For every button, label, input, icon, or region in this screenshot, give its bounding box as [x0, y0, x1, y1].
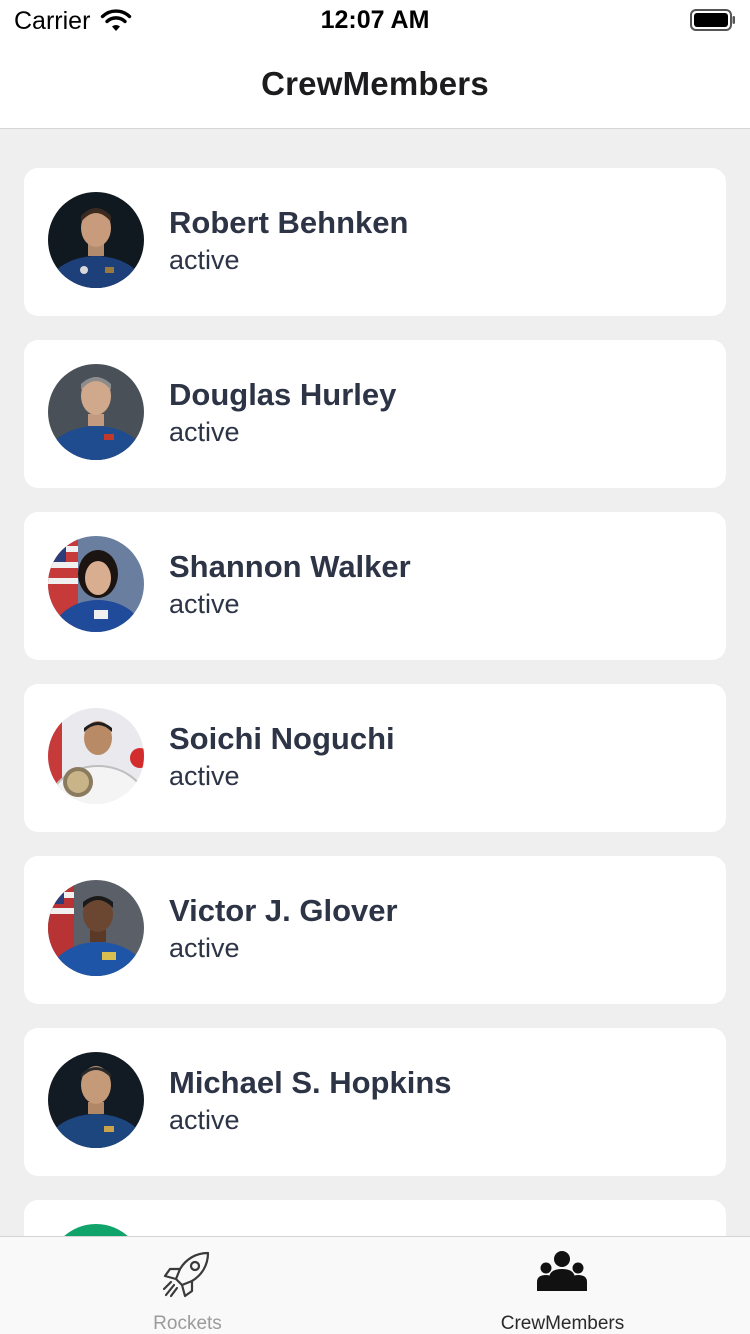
- crew-name: Shannon Walker: [169, 549, 411, 584]
- battery-icon: [690, 9, 735, 31]
- crew-card-douglas-hurley[interactable]: Douglas Hurley active: [24, 340, 726, 488]
- avatar: [48, 1052, 144, 1148]
- tab-label: Rockets: [153, 1313, 222, 1334]
- crew-status: active: [169, 1105, 240, 1135]
- avatar: [48, 192, 144, 288]
- navigation-bar: CrewMembers: [0, 42, 750, 129]
- crew-card-partial[interactable]: [24, 1200, 726, 1236]
- page-title: CrewMembers: [261, 65, 489, 102]
- screen: Carrier 12:07 AM CrewMembers Robert Behn…: [0, 0, 750, 1334]
- crew-status: active: [169, 245, 240, 275]
- crew-status: active: [169, 933, 240, 963]
- clock: 12:07 AM: [320, 6, 430, 34]
- crew-name: Douglas Hurley: [169, 377, 397, 412]
- tab-crew-members[interactable]: CrewMembers: [375, 1237, 750, 1334]
- crew-list[interactable]: Robert Behnken active Douglas Hurley act…: [0, 129, 750, 1236]
- crew-status: active: [169, 761, 240, 791]
- avatar: [48, 1224, 144, 1236]
- crew-card-shannon-walker[interactable]: Shannon Walker active: [24, 512, 726, 660]
- avatar: [48, 708, 144, 804]
- crew-name: Michael S. Hopkins: [169, 1065, 452, 1100]
- tab-rockets[interactable]: Rockets: [0, 1237, 375, 1334]
- tab-label: CrewMembers: [500, 1313, 625, 1334]
- rocket-icon: [162, 1251, 210, 1298]
- avatar: [48, 536, 144, 632]
- crew-status: active: [169, 589, 240, 619]
- tab-bar: Rockets CrewMembers: [0, 1236, 750, 1334]
- users-icon: [537, 1251, 587, 1291]
- avatar: [48, 880, 144, 976]
- crew-name: Soichi Noguchi: [169, 721, 395, 756]
- crew-status: active: [169, 417, 240, 447]
- crew-card-victor-glover[interactable]: Victor J. Glover active: [24, 856, 726, 1004]
- crew-card-michael-hopkins[interactable]: Michael S. Hopkins active: [24, 1028, 726, 1176]
- avatar: [48, 364, 144, 460]
- crew-name: Victor J. Glover: [169, 893, 398, 928]
- crew-name: Robert Behnken: [169, 205, 409, 240]
- crew-card-robert-behnken[interactable]: Robert Behnken active: [24, 168, 726, 316]
- crew-card-soichi-noguchi[interactable]: Soichi Noguchi active: [24, 684, 726, 832]
- status-bar: Carrier 12:07 AM: [0, 0, 750, 42]
